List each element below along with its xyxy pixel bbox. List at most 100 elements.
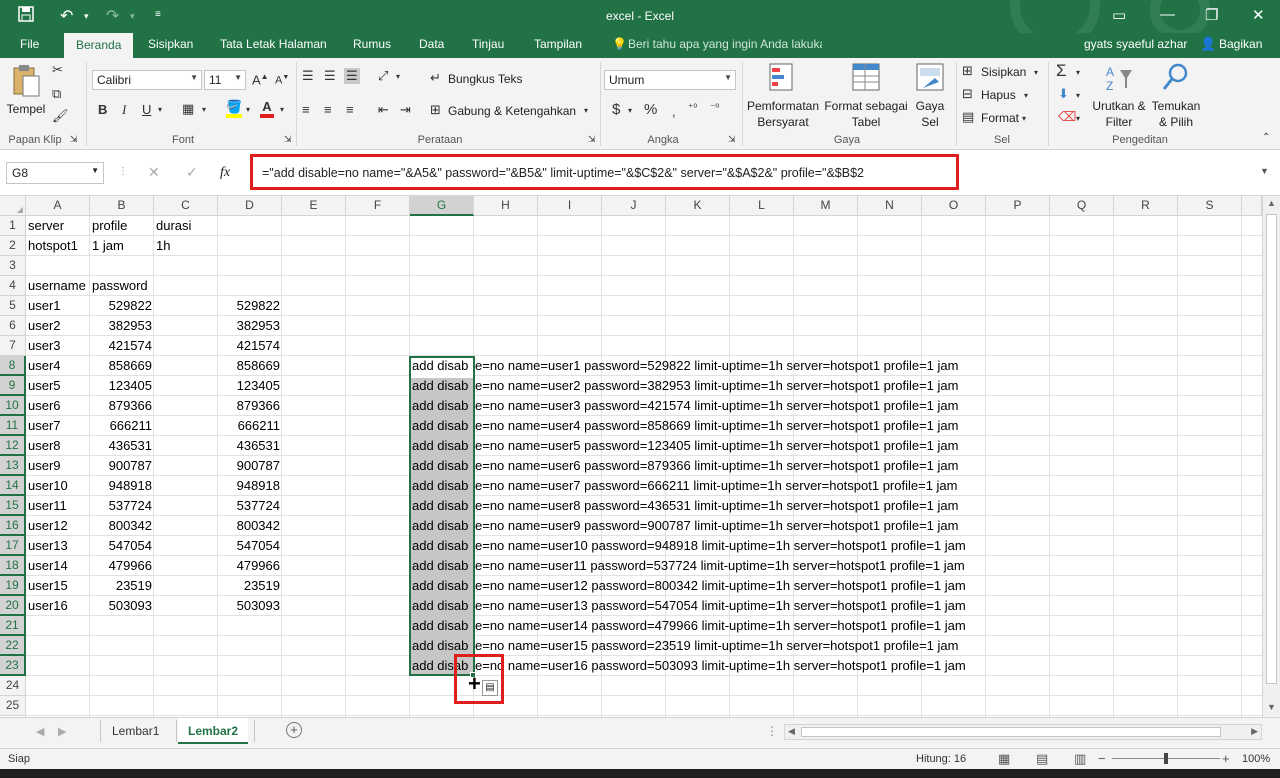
column-header-s[interactable]: S	[1178, 196, 1242, 216]
merge-center-button[interactable]: Gabung & Ketengahkan	[448, 104, 576, 119]
autosum-dropdown-icon[interactable]: ▾	[1076, 68, 1080, 77]
row-header[interactable]: 10	[0, 396, 26, 416]
horizontal-scrollbar[interactable]: ◀ ▶	[784, 724, 1262, 740]
fill-dropdown-icon[interactable]: ▾	[1076, 91, 1080, 100]
clear-dropdown-icon[interactable]: ▾	[1076, 114, 1080, 123]
column-header-k[interactable]: K	[666, 196, 730, 216]
cell-password-copy[interactable]: 858669	[218, 356, 282, 376]
number-launcher-icon[interactable]: ⇲	[728, 134, 736, 145]
result-cell[interactable]: add disab	[412, 396, 468, 416]
column-header-i[interactable]: I	[538, 196, 602, 216]
cell-password-copy[interactable]: 382953	[218, 316, 282, 336]
clipboard-launcher-icon[interactable]: ⇲	[70, 134, 78, 145]
column-header-f[interactable]: F	[346, 196, 410, 216]
cell-password-copy[interactable]: 879366	[218, 396, 282, 416]
font-launcher-icon[interactable]: ⇲	[284, 134, 292, 145]
cell-password[interactable]: 382953	[90, 316, 154, 336]
cell-c1[interactable]: durasi	[154, 216, 193, 236]
cell-password[interactable]: 436531	[90, 436, 154, 456]
clear-icon[interactable]: ⌫	[1058, 109, 1076, 125]
user-name[interactable]: gyats syaeful azhar	[1084, 37, 1187, 51]
cell-a2[interactable]: hotspot1	[26, 236, 80, 256]
tab-file[interactable]: File	[20, 37, 39, 51]
cell-username[interactable]: user2	[26, 316, 63, 336]
tell-me-input[interactable]: Beri tahu apa yang ingin Anda lakukan	[628, 37, 822, 51]
cell-password[interactable]: 547054	[90, 536, 154, 556]
row-header[interactable]: 2	[0, 236, 26, 256]
cell-username[interactable]: user8	[26, 436, 63, 456]
insert-cells-icon[interactable]: ⊞	[962, 63, 973, 79]
vertical-scroll-thumb[interactable]	[1266, 214, 1277, 684]
cell-username[interactable]: user4	[26, 356, 63, 376]
insert-function-button[interactable]: fx	[220, 165, 230, 181]
collapse-ribbon-icon[interactable]: ⌃	[1262, 132, 1270, 143]
row-header[interactable]: 6	[0, 316, 26, 336]
delete-cells-button[interactable]: Hapus	[981, 88, 1016, 103]
cell-password[interactable]: 879366	[90, 396, 154, 416]
cell-password-copy[interactable]: 529822	[218, 296, 282, 316]
result-cell[interactable]: add disab	[412, 576, 468, 596]
insert-cells-button[interactable]: Sisipkan	[981, 65, 1026, 80]
cell-password-copy[interactable]: 436531	[218, 436, 282, 456]
tab-home[interactable]: Beranda	[64, 33, 134, 59]
alignment-launcher-icon[interactable]: ⇲	[588, 134, 596, 145]
cell-a4[interactable]: username	[26, 276, 90, 296]
column-header-b[interactable]: B	[90, 196, 154, 216]
borders-dropdown-icon[interactable]: ▾	[202, 105, 206, 114]
format-as-table-button[interactable]: Format sebagai Tabel	[822, 62, 910, 130]
cell-b4[interactable]: password	[90, 276, 150, 296]
middle-align-icon[interactable]: ☰	[324, 68, 336, 84]
close-icon[interactable]: ✕	[1252, 6, 1265, 24]
underline-dropdown-icon[interactable]: ▾	[158, 105, 162, 114]
zoom-out-icon[interactable]: −	[1098, 751, 1106, 766]
cell-c2[interactable]: 1h	[154, 236, 172, 256]
merge-center-icon[interactable]: ⊞	[430, 102, 441, 118]
number-format-select[interactable]: Umum ▼	[604, 70, 736, 90]
cell-password[interactable]: 537724	[90, 496, 154, 516]
fill-color-dropdown-icon[interactable]: ▾	[246, 105, 250, 114]
copy-icon[interactable]: ⧉	[52, 86, 61, 102]
cell-password[interactable]: 123405	[90, 376, 154, 396]
cell-username[interactable]: user10	[26, 476, 70, 496]
cell-password[interactable]: 421574	[90, 336, 154, 356]
cell-username[interactable]: user12	[26, 516, 70, 536]
tab-split-icon[interactable]: ⋮	[766, 724, 778, 738]
result-cell[interactable]: add disab	[412, 636, 468, 656]
result-cell[interactable]: add disab	[412, 516, 468, 536]
cell-password-copy[interactable]: 421574	[218, 336, 282, 356]
merge-dropdown-icon[interactable]: ▾	[584, 106, 588, 115]
tab-review[interactable]: Tinjau	[472, 37, 504, 51]
top-align-icon[interactable]: ☰	[302, 68, 314, 84]
column-header-g[interactable]: G	[410, 196, 474, 216]
result-cell[interactable]: add disab	[412, 436, 468, 456]
cell-password-copy[interactable]: 547054	[218, 536, 282, 556]
select-all-corner[interactable]: ◢	[0, 196, 26, 216]
share-button[interactable]: Bagikan	[1219, 37, 1262, 51]
underline-button[interactable]: U	[142, 102, 151, 117]
cell-username[interactable]: user16	[26, 596, 70, 616]
enter-icon[interactable]: ✓	[186, 164, 198, 181]
row-header[interactable]: 18	[0, 556, 26, 576]
align-left-icon[interactable]: ≡	[302, 102, 310, 117]
zoom-level[interactable]: 100%	[1242, 753, 1270, 765]
align-center-icon[interactable]: ≡	[324, 102, 332, 117]
cell-password-copy[interactable]: 23519	[218, 576, 282, 596]
decrease-decimal-icon[interactable]: ⁻⁰	[710, 103, 719, 114]
row-header[interactable]: 23	[0, 656, 26, 676]
row-header[interactable]: 25	[0, 696, 26, 716]
column-header-h[interactable]: H	[474, 196, 538, 216]
cell-password-copy[interactable]: 900787	[218, 456, 282, 476]
row-header[interactable]: 15	[0, 496, 26, 516]
sheet-tab-lembar1[interactable]: Lembar1	[102, 718, 169, 744]
horizontal-scroll-thumb[interactable]	[801, 727, 1221, 737]
autofill-options-icon[interactable]: ▤	[482, 680, 498, 696]
row-header[interactable]: 9	[0, 376, 26, 396]
column-header-j[interactable]: J	[602, 196, 666, 216]
conditional-formatting-button[interactable]: Pemformatan Bersyarat	[744, 62, 822, 130]
cell-password[interactable]: 666211	[90, 416, 154, 436]
row-header[interactable]: 8	[0, 356, 26, 376]
result-cell[interactable]: add disab	[412, 476, 468, 496]
cell-username[interactable]: user15	[26, 576, 70, 596]
comma-style-icon[interactable]: ,	[672, 104, 676, 119]
cell-password[interactable]: 529822	[90, 296, 154, 316]
